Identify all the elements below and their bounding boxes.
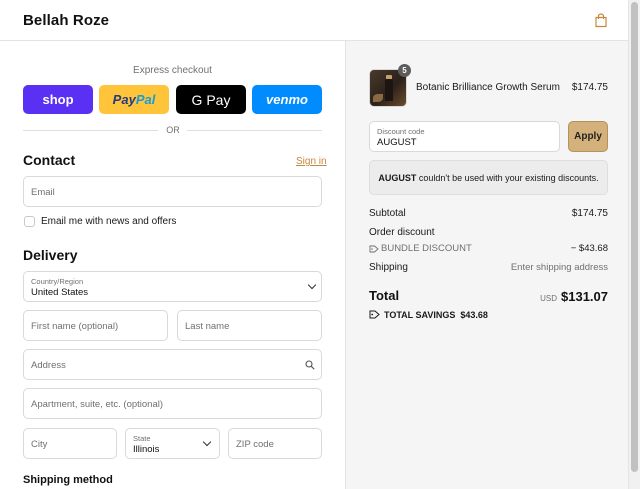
paypal-button[interactable]: Pay Pal — [99, 85, 169, 114]
sign-in-link[interactable]: Sign in — [296, 156, 327, 167]
chevron-down-icon — [307, 280, 317, 290]
zip-field[interactable]: ZIP code — [228, 428, 322, 459]
tag-icon — [369, 245, 379, 253]
shipping-label: Shipping — [369, 262, 408, 273]
search-icon — [305, 360, 315, 370]
google-pay-label: G Pay — [191, 91, 231, 108]
order-discount-label: Order discount — [369, 227, 435, 238]
product-price: $174.75 — [571, 82, 608, 93]
country-label: Country/Region — [31, 277, 84, 286]
discount-notice: AUGUST couldn't be used with your existi… — [369, 160, 608, 195]
first-name-field[interactable]: First name (optional) — [23, 310, 168, 341]
last-name-placeholder: Last name — [185, 321, 230, 332]
shopping-bag-icon[interactable] — [594, 13, 608, 28]
shop-pay-label: shop — [42, 92, 74, 107]
newsletter-label: Email me with news and offers — [41, 216, 177, 227]
shipping-value: Enter shipping address — [510, 262, 608, 273]
email-field[interactable]: Email — [23, 176, 322, 207]
email-placeholder: Email — [31, 187, 55, 198]
zip-placeholder: ZIP code — [236, 439, 274, 450]
thumbnail-bottle — [385, 79, 393, 101]
delivery-heading: Delivery — [23, 247, 78, 263]
state-select[interactable]: State Illinois — [125, 428, 220, 459]
google-pay-button[interactable]: G Pay — [176, 85, 246, 114]
address-placeholder: Address — [31, 360, 66, 371]
notice-code: AUGUST — [378, 173, 417, 183]
header: Bellah Roze — [0, 0, 628, 41]
total-currency: USD — [540, 294, 557, 303]
page-scrollbar[interactable] — [628, 0, 640, 489]
total-label: Total — [369, 288, 400, 303]
discount-code-label: Discount code — [377, 127, 425, 136]
shipping-method-heading: Shipping method — [23, 474, 113, 486]
express-checkout-title: Express checkout — [133, 65, 212, 76]
product-name: Botanic Brilliance Growth Serum — [416, 82, 560, 93]
divider-right — [187, 130, 322, 131]
state-label: State — [133, 434, 151, 443]
paypal-label-pay: Pay — [112, 92, 136, 107]
notice-text: couldn't be used with your existing disc… — [416, 173, 599, 183]
thumbnail-leaf — [373, 94, 383, 102]
shop-pay-button[interactable]: shop — [23, 85, 93, 114]
contact-heading: Contact — [23, 152, 76, 168]
bundle-discount-value: − $43.68 — [570, 243, 608, 254]
address-field[interactable]: Address — [23, 349, 322, 380]
total-savings: TOTAL SAVINGS $43.68 — [384, 310, 488, 320]
discount-code-field[interactable]: Discount code AUGUST — [369, 121, 560, 152]
subtotal-label: Subtotal — [369, 208, 406, 219]
newsletter-checkbox[interactable] — [24, 216, 35, 227]
last-name-field[interactable]: Last name — [177, 310, 322, 341]
country-value: United States — [31, 287, 89, 298]
bundle-discount-label: BUNDLE DISCOUNT — [381, 243, 472, 254]
total-value: $131.07 — [561, 289, 608, 304]
savings-label: TOTAL SAVINGS — [384, 310, 456, 320]
city-placeholder: City — [31, 439, 48, 450]
quantity-badge: 5 — [398, 64, 411, 77]
city-field[interactable]: City — [23, 428, 117, 459]
country-select[interactable]: Country/Region United States — [23, 271, 322, 302]
subtotal-value: $174.75 — [571, 208, 608, 219]
discount-code-value: AUGUST — [377, 137, 417, 148]
savings-value: $43.68 — [460, 310, 488, 320]
apartment-field[interactable]: Apartment, suite, etc. (optional) — [23, 388, 322, 419]
venmo-button[interactable]: venmo — [252, 85, 322, 114]
apartment-placeholder: Apartment, suite, etc. (optional) — [31, 399, 164, 410]
scrollbar-thumb[interactable] — [631, 2, 638, 472]
venmo-label: venmo — [266, 92, 308, 107]
savings-tag-icon — [369, 310, 380, 319]
paypal-label-pal: Pal — [135, 92, 156, 107]
chevron-down-icon — [202, 437, 212, 447]
total-amount: USD $131.07 — [480, 288, 608, 306]
divider-left — [23, 130, 158, 131]
or-divider-text: OR — [166, 125, 180, 135]
first-name-placeholder: First name (optional) — [31, 321, 119, 332]
apply-button[interactable]: Apply — [568, 121, 608, 152]
brand-name[interactable]: Bellah Roze — [23, 12, 109, 29]
state-value: Illinois — [133, 444, 160, 455]
